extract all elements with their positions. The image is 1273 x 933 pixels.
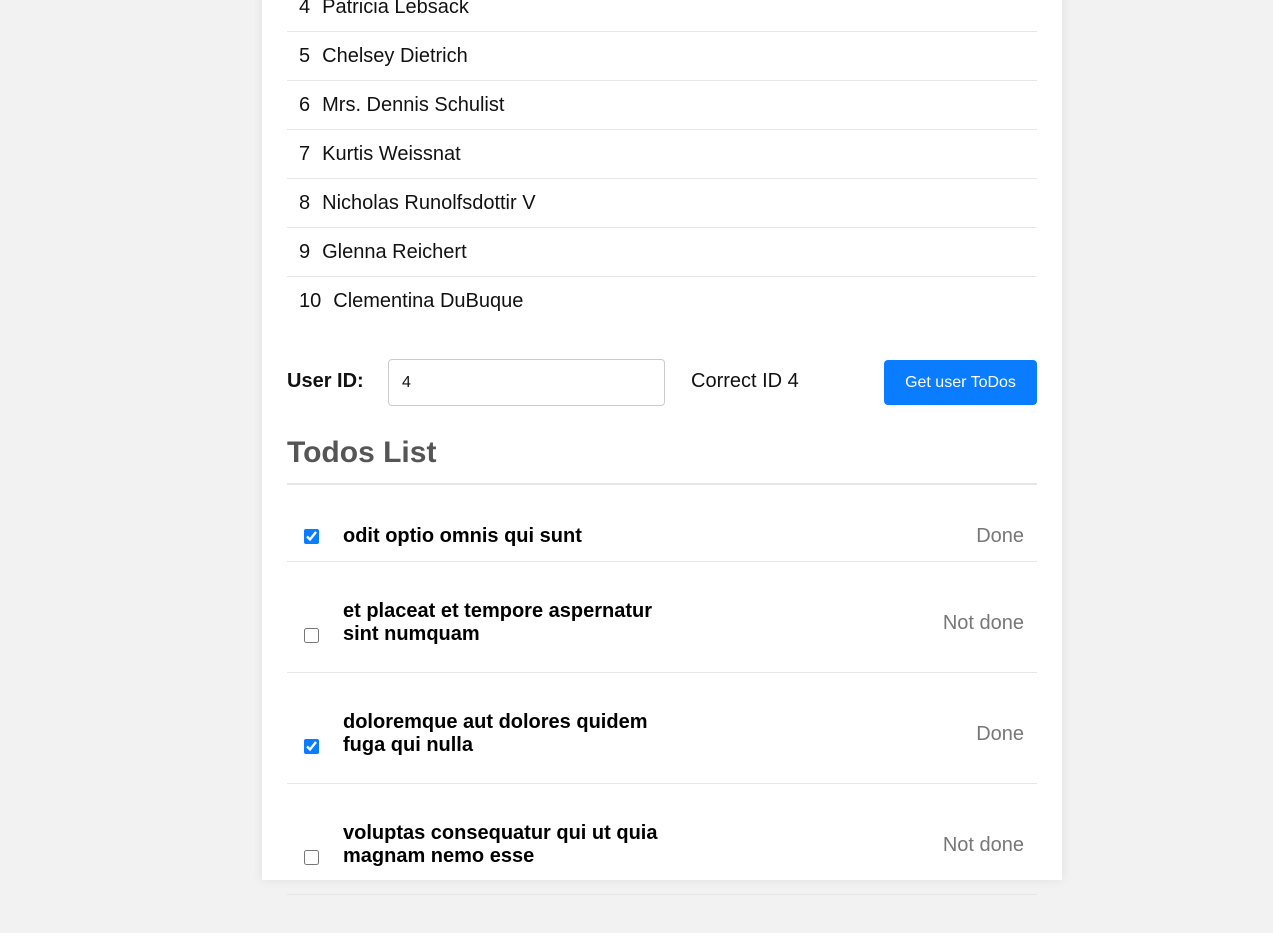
- todo-status: Not done: [942, 612, 1024, 634]
- user-id: 10: [299, 289, 322, 312]
- user-id: 7: [299, 142, 311, 165]
- user-name: Glenna Reichert: [322, 240, 467, 263]
- user-id: 5: [299, 44, 311, 67]
- user-name: Mrs. Dennis Schulist: [322, 93, 505, 116]
- user-name: Patricia Lebsack: [322, 0, 469, 18]
- todo-status: Done: [976, 723, 1024, 745]
- todos-list-heading: Todos List: [287, 436, 1037, 485]
- todo-checkbox[interactable]: [304, 739, 319, 754]
- user-list-item[interactable]: 8 Nicholas Runolfsdottir V: [287, 179, 1037, 228]
- user-name: Clementina DuBuque: [333, 289, 524, 312]
- todo-title: et placeat et tempore aspernatur sint nu…: [343, 600, 652, 645]
- user-list-item[interactable]: 4 Patricia Lebsack: [287, 0, 1037, 32]
- user-list-item[interactable]: 10 Clementina DuBuque: [287, 277, 1037, 325]
- todo-status: Done: [976, 525, 1024, 547]
- user-id: 4: [299, 0, 311, 18]
- user-list-item[interactable]: 9 Glenna Reichert: [287, 228, 1037, 277]
- todo-checkbox[interactable]: [304, 850, 319, 865]
- user-list-item[interactable]: 5 Chelsey Dietrich: [287, 32, 1037, 81]
- user-name: Kurtis Weissnat: [322, 142, 461, 165]
- user-list-item[interactable]: 6 Mrs. Dennis Schulist: [287, 81, 1037, 130]
- user-id: 9: [299, 240, 311, 263]
- user-id: 6: [299, 93, 311, 116]
- todo-item: et placeat et tempore aspernatur sint nu…: [287, 600, 1037, 673]
- todo-checkbox[interactable]: [304, 529, 319, 544]
- todo-title: doloremque aut dolores quidem fuga qui n…: [343, 711, 648, 756]
- user-id-input[interactable]: [388, 359, 665, 406]
- user-name: Chelsey Dietrich: [322, 44, 468, 67]
- todo-item: odit optio omnis qui sunt Done: [287, 511, 1037, 562]
- todo-list: odit optio omnis qui sunt Done et placea…: [287, 511, 1037, 933]
- user-name: Nicholas Runolfsdottir V: [322, 191, 536, 214]
- todo-status: Not done: [942, 834, 1024, 856]
- todo-title: odit optio omnis qui sunt: [343, 525, 582, 547]
- user-id-label: User ID:: [287, 370, 364, 392]
- todo-checkbox[interactable]: [304, 628, 319, 643]
- user-list: 4 Patricia Lebsack 5 Chelsey Dietrich 6 …: [287, 0, 1037, 325]
- todo-item: voluptas consequatur qui ut quia magnam …: [287, 822, 1037, 895]
- user-list-item[interactable]: 7 Kurtis Weissnat: [287, 130, 1037, 179]
- user-id: 8: [299, 191, 311, 214]
- todo-title: voluptas consequatur qui ut quia magnam …: [343, 822, 658, 867]
- todo-item: doloremque aut dolores quidem fuga qui n…: [287, 711, 1037, 784]
- correct-id-text: Correct ID 4: [691, 370, 799, 392]
- get-user-todos-button[interactable]: Get user ToDos: [884, 360, 1037, 405]
- user-id-form: User ID: Correct ID 4 Get user ToDos: [287, 359, 1037, 406]
